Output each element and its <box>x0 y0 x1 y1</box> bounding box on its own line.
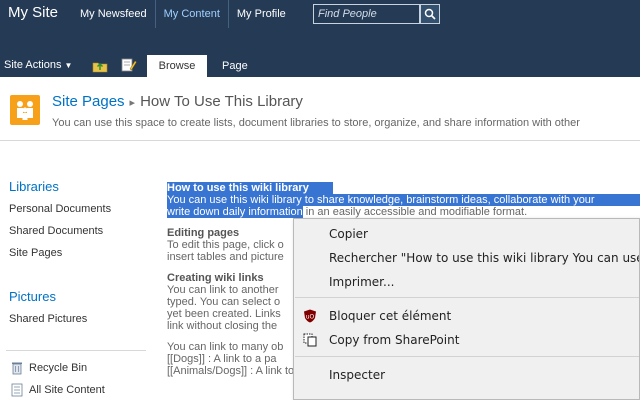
search-button[interactable] <box>420 4 440 24</box>
nav-link-site-pages[interactable]: Site Pages <box>9 247 62 259</box>
top-nav: My Newsfeed My Content My Profile <box>72 0 294 28</box>
menu-item-label: Copy from SharePoint <box>329 333 460 347</box>
breadcrumb-site-pages[interactable]: Site Pages <box>52 93 125 110</box>
search-input[interactable]: Find People <box>313 4 420 24</box>
tab-page[interactable]: Page <box>212 55 258 77</box>
site-actions-menu[interactable]: Site Actions ▼ <box>4 59 72 71</box>
tab-browse[interactable]: Browse <box>147 55 207 77</box>
nav-link-recycle-bin[interactable]: Recycle Bin <box>29 362 87 374</box>
navigate-up-icon[interactable] <box>92 59 108 73</box>
text-line: write down daily information in an easil… <box>167 206 640 218</box>
nav-link-shared-pictures[interactable]: Shared Pictures <box>9 313 87 325</box>
page-title: How To Use This Library <box>140 93 303 110</box>
menu-item-copier[interactable]: Copier <box>294 222 639 246</box>
svg-text:uO: uO <box>306 314 315 321</box>
menu-separator <box>295 356 639 357</box>
menu-separator <box>295 297 639 298</box>
ublock-icon: uO <box>304 309 316 323</box>
chevron-down-icon: ▼ <box>64 61 73 70</box>
breadcrumb: Site Pages ▸ How To Use This Library <box>52 93 303 110</box>
nav-divider <box>6 350 146 351</box>
nav-my-content[interactable]: My Content <box>156 0 229 28</box>
nav-link-shared-documents[interactable]: Shared Documents <box>9 225 103 237</box>
site-actions-label: Site Actions <box>4 59 62 71</box>
nav-my-newsfeed[interactable]: My Newsfeed <box>72 0 156 28</box>
menu-item-bloquer[interactable]: uO Bloquer cet élément <box>294 304 639 328</box>
nav-link-personal-documents[interactable]: Personal Documents <box>9 203 111 215</box>
top-bar: My Site My Newsfeed My Content My Profil… <box>0 0 640 32</box>
nav-heading-pictures[interactable]: Pictures <box>9 289 56 304</box>
menu-item-imprimer[interactable]: Imprimer... <box>294 270 639 294</box>
breadcrumb-arrow-icon: ▸ <box>129 97 136 109</box>
selected-heading: How to use this wiki library <box>167 182 333 194</box>
menu-item-inspecter[interactable]: Inspecter <box>294 363 639 387</box>
text-line-rest: in an easily accessible and modifiable f… <box>302 206 528 218</box>
site-logo-icon[interactable] <box>10 95 40 125</box>
nav-link-all-site-content[interactable]: All Site Content <box>29 384 105 396</box>
copy-icon <box>303 333 317 347</box>
menu-item-rechercher[interactable]: Rechercher "How to use this wiki library… <box>294 246 639 270</box>
selected-text-line: You can use this wiki library to share k… <box>167 194 640 206</box>
menu-item-label: Bloquer cet élément <box>329 309 452 323</box>
nav-heading-libraries[interactable]: Libraries <box>9 179 59 194</box>
site-description: You can use this space to create lists, … <box>52 117 580 129</box>
site-title[interactable]: My Site <box>8 4 58 21</box>
edit-page-icon[interactable] <box>121 58 137 72</box>
people-icon <box>17 101 33 120</box>
nav-my-profile[interactable]: My Profile <box>229 0 294 28</box>
context-menu: Copier Rechercher "How to use this wiki … <box>293 218 640 400</box>
all-content-icon <box>11 383 23 397</box>
menu-item-copy-from-sharepoint[interactable]: Copy from SharePoint <box>294 328 639 352</box>
selected-text-fragment: write down daily information <box>167 206 303 218</box>
recycle-bin-icon <box>12 362 22 375</box>
search-icon <box>424 8 436 20</box>
